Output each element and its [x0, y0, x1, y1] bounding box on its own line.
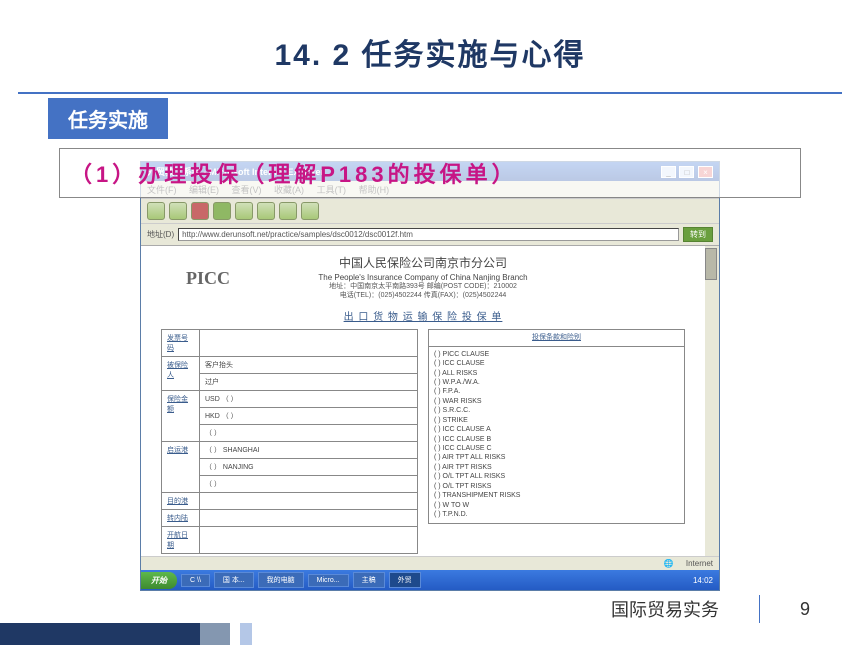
field-inland: 转内陆: [162, 510, 200, 527]
stop-icon[interactable]: [191, 202, 209, 220]
port-row: （ ） SHANGHAI: [200, 442, 418, 459]
start-button[interactable]: 开始: [141, 572, 177, 589]
section-label: 任务实施: [48, 98, 168, 139]
system-tray: 14:02: [693, 576, 719, 585]
browser-content: PICC 中国人民保险公司南京市分公司 The People's Insuran…: [141, 246, 719, 556]
back-icon[interactable]: [147, 202, 165, 220]
field-sail: 开航日期: [162, 527, 200, 554]
form-title: 出 口 货 物 运 输 保 险 投 保 单: [161, 308, 685, 323]
company-address: 地址：中国南京太平南路393号 邮编(POST CODE)：210002: [161, 282, 685, 291]
browser-addressbar: 地址(D) http://www.derunsoft.net/practice/…: [141, 224, 719, 246]
address-label: 地址(D): [147, 229, 174, 240]
taskbar-item[interactable]: Micro...: [308, 574, 349, 587]
windows-taskbar: 开始 C \\ 国 本... 我的电脑 Micro... 主稿 外贸 14:02: [141, 570, 719, 590]
picc-logo: PICC: [186, 268, 230, 289]
search-icon[interactable]: [257, 202, 275, 220]
taskbar-item[interactable]: 国 本...: [214, 572, 254, 588]
field-insured-transfer: 过户: [200, 374, 418, 391]
footer-course-name: 国际贸易实务: [611, 596, 719, 622]
browser-statusbar: 🌐 Internet: [141, 556, 719, 570]
taskbar-item[interactable]: 我的电脑: [258, 572, 304, 588]
document-header: 中国人民保险公司南京市分公司 The People's Insurance Co…: [161, 254, 685, 323]
browser-toolbar: [141, 199, 719, 224]
field-dest: 目的港: [162, 493, 200, 510]
amount-row: （ ）: [200, 425, 418, 442]
company-name-cn: 中国人民保险公司南京市分公司: [161, 254, 685, 271]
footer-divider: [759, 595, 760, 623]
amount-row: USD （ ）: [200, 391, 418, 408]
field-port: 启运港: [162, 442, 200, 493]
home-icon[interactable]: [235, 202, 253, 220]
go-button[interactable]: 转到: [683, 227, 713, 242]
field-amount: 保险金额: [162, 391, 200, 442]
field-invoice: 发票号码: [162, 330, 200, 357]
task-item-text: （1）办理投保（理解P183的投保单）: [60, 149, 800, 197]
slide-footer: 国际贸易实务 9: [0, 623, 860, 645]
slide-title: 14. 2 任务实施与心得: [0, 0, 860, 92]
taskbar-item[interactable]: 主稿: [353, 572, 385, 588]
taskbar-item[interactable]: C \\: [181, 574, 210, 587]
page-number: 9: [800, 599, 810, 620]
taskbar-item[interactable]: 外贸: [389, 572, 421, 588]
divider-line: [18, 92, 842, 94]
form-table: 发票号码 被保险人客户抬头 过户 保险金额USD （ ） HKD （ ） （ ）…: [161, 329, 685, 554]
risks-list: ( ) PICC CLAUSE( ) ICC CLAUSE( ) ALL RIS…: [429, 346, 685, 523]
risks-header: 投保条款和险别: [429, 330, 685, 346]
favorites-icon[interactable]: [279, 202, 297, 220]
address-input[interactable]: http://www.derunsoft.net/practice/sample…: [178, 228, 679, 241]
field-insured: 被保险人: [162, 357, 200, 391]
history-icon[interactable]: [301, 202, 319, 220]
field-insured-client: 客户抬头: [200, 357, 418, 374]
company-contact: 电话(TEL)：(025)4502244 传真(FAX)：(025)450224…: [161, 291, 685, 300]
amount-row: HKD （ ）: [200, 408, 418, 425]
company-name-en: The People's Insurance Company of China …: [161, 273, 685, 282]
status-zone: 🌐 Internet: [664, 559, 713, 568]
refresh-icon[interactable]: [213, 202, 231, 220]
port-row: （ ） NANJING: [200, 459, 418, 476]
forward-icon[interactable]: [169, 202, 187, 220]
embedded-browser-screenshot: 外贸教学系统 - Microsoft Internet Explorer _ □…: [140, 161, 720, 591]
port-row: （ ）: [200, 476, 418, 493]
